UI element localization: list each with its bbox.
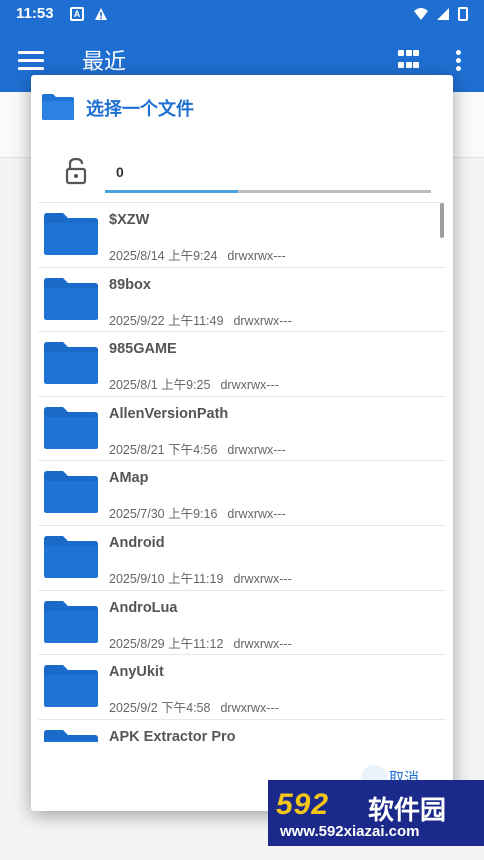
file-date: 2025/8/1 上午9:25 [109, 378, 211, 393]
file-item[interactable]: $XZW 2025/8/14 上午9:24 drwxrwx--- [38, 203, 446, 268]
status-time: 11:53 [16, 5, 54, 22]
watermark-url: www.592xiazai.com [280, 823, 420, 840]
folder-icon [42, 405, 100, 451]
file-name: AndroLua [109, 599, 178, 616]
file-date: 2025/8/21 下午4:56 [109, 442, 218, 457]
file-item[interactable]: AndroLua 2025/8/29 上午11:12 drwxrwx--- [38, 591, 446, 656]
warning-icon [95, 8, 107, 20]
scrollbar[interactable] [440, 203, 444, 238]
lock-open-icon[interactable] [65, 157, 87, 185]
folder-icon [42, 599, 100, 645]
folder-icon [42, 534, 100, 580]
file-meta: 2025/9/22 上午11:49 drwxrwx--- [109, 310, 292, 329]
file-name: Android [109, 534, 165, 551]
more-options-icon[interactable] [448, 50, 468, 72]
folder-icon [42, 663, 100, 709]
file-meta: 2025/8/21 下午4:56 drwxrwx--- [109, 439, 286, 458]
path-bar: 0 [31, 139, 453, 201]
file-name: AnyUkit [109, 664, 164, 681]
path-underline-active [105, 190, 238, 193]
signal-icon [437, 8, 449, 20]
file-meta: 2025/8/14 上午9:24 drwxrwx--- [109, 245, 286, 264]
file-name: 89box [109, 276, 151, 293]
file-date: 2025/9/2 下午4:58 [109, 701, 211, 716]
notification-a-icon: A [70, 7, 84, 21]
file-date: 2025/9/10 上午11:19 [109, 571, 224, 586]
file-item[interactable]: 985GAME 2025/8/1 上午9:25 drwxrwx--- [38, 332, 446, 397]
app-title: 最近 [82, 49, 127, 74]
file-date: 2025/8/14 上午9:24 [109, 249, 218, 263]
file-item[interactable]: APK Extractor Pro [38, 720, 446, 742]
file-list: $XZW 2025/8/14 上午9:24 drwxrwx--- 89box 2025/… [38, 202, 446, 742]
folder-icon [42, 340, 100, 386]
file-chooser-dialog: 选择一个文件 0 $XZW 2025/8/14 上午9:24 drwxrwx--- 8… [31, 75, 453, 811]
menu-icon[interactable] [18, 48, 44, 72]
status-bar: 11:53 A [0, 0, 484, 28]
file-meta: 2025/8/29 上午11:12 drwxrwx--- [109, 633, 292, 652]
path-underline [105, 190, 431, 193]
folder-icon [42, 728, 100, 742]
file-permissions: drwxrwx--- [233, 636, 292, 651]
file-permissions: drwxrwx--- [227, 442, 286, 457]
file-item[interactable]: AMap 2025/7/30 上午9:16 drwxrwx--- [38, 461, 446, 526]
file-meta: 2025/9/10 上午11:19 drwxrwx--- [109, 568, 292, 587]
file-permissions: drwxrwx--- [233, 571, 292, 586]
grid-view-icon[interactable] [398, 50, 420, 72]
dialog-title: 选择一个文件 [86, 99, 194, 119]
file-date: 2025/7/30 上午9:16 [109, 507, 218, 522]
folder-icon [42, 276, 100, 322]
battery-icon [458, 7, 468, 21]
file-permissions: drwxrwx--- [227, 249, 286, 263]
path-segment[interactable]: 0 [116, 164, 124, 180]
file-name: AllenVersionPath [109, 405, 229, 422]
dialog-header: 选择一个文件 [31, 75, 453, 139]
file-meta: 2025/8/1 上午9:25 drwxrwx--- [109, 374, 279, 393]
file-meta: 2025/9/2 下午4:58 drwxrwx--- [109, 697, 279, 716]
file-item[interactable]: 89box 2025/9/22 上午11:49 drwxrwx--- [38, 268, 446, 333]
file-name: APK Extractor Pro [109, 728, 236, 742]
file-name: 985GAME [109, 341, 177, 358]
file-name: $XZW [109, 212, 150, 228]
file-meta: 2025/7/30 上午9:16 drwxrwx--- [109, 503, 286, 522]
file-item[interactable]: AnyUkit 2025/9/2 下午4:58 drwxrwx--- [38, 655, 446, 720]
watermark-logo: 592 [276, 788, 330, 821]
file-item[interactable]: AllenVersionPath 2025/8/21 下午4:56 drwxrwx-… [38, 397, 446, 462]
file-permissions: drwxrwx--- [227, 507, 286, 522]
file-permissions: drwxrwx--- [220, 378, 279, 393]
file-date: 2025/9/22 上午11:49 [109, 313, 224, 328]
file-item[interactable]: Android 2025/9/10 上午11:19 drwxrwx--- [38, 526, 446, 591]
watermark-brand: 软件园 [368, 795, 447, 825]
watermark: 592 软件园 www.592xiazai.com [268, 780, 484, 846]
file-date: 2025/8/29 上午11:12 [109, 636, 224, 651]
wifi-icon [414, 8, 428, 20]
folder-icon [42, 94, 74, 120]
file-permissions: drwxrwx--- [233, 313, 292, 328]
folder-icon [42, 211, 100, 257]
folder-icon [42, 469, 100, 515]
file-permissions: drwxrwx--- [220, 701, 279, 716]
file-name: AMap [109, 470, 149, 487]
